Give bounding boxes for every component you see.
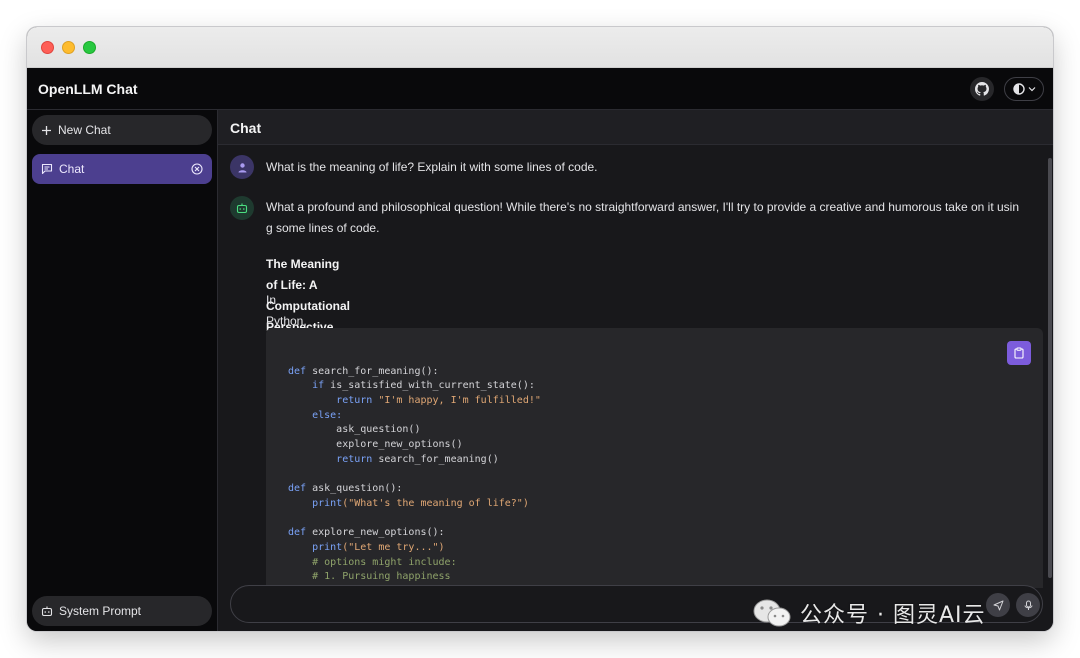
- app-title: OpenLLM Chat: [38, 81, 138, 97]
- send-icon: [993, 600, 1003, 610]
- assistant-avatar: [230, 196, 254, 220]
- code-line: ask_question(): [336, 424, 421, 436]
- user-avatar: [230, 155, 254, 179]
- window-titlebar: [27, 27, 1053, 68]
- chevron-down-icon: [1028, 87, 1035, 92]
- code-line: explore_new_options(): [336, 439, 463, 451]
- mic-icon: [1024, 600, 1032, 610]
- app-header: OpenLLM Chat: [27, 68, 1053, 110]
- system-prompt-label: System Prompt: [59, 604, 142, 618]
- code-line: else:: [312, 409, 343, 421]
- watermark-text: 公众号 · 图灵AI云: [800, 603, 986, 628]
- app-window: OpenLLM Chat New Chat Chat System Prompt…: [27, 27, 1053, 631]
- code-line: def explore_new_options():: [288, 527, 445, 539]
- code-line: return search_for_meaning(): [336, 453, 499, 465]
- minimize-window-button[interactable]: [62, 41, 75, 54]
- mic-button[interactable]: [1016, 593, 1040, 617]
- plus-icon: [42, 125, 51, 135]
- new-chat-label: New Chat: [58, 123, 111, 137]
- code-line: # options might include:: [312, 556, 457, 568]
- message-square-icon: [41, 163, 53, 175]
- theme-toggle-button[interactable]: [1004, 77, 1044, 101]
- code-line: def search_for_meaning():: [288, 365, 439, 377]
- circle-x-icon: [191, 163, 203, 175]
- code-line: def ask_question():: [288, 483, 403, 495]
- code-line: print("Let me try..."): [312, 541, 445, 553]
- chat-item-label: Chat: [59, 162, 85, 176]
- code-lines: def search_for_meaning(): if is_satisfie…: [288, 350, 541, 585]
- sidebar: New Chat Chat System Prompt: [27, 110, 218, 631]
- wechat-icon: [753, 599, 791, 627]
- copy-code-button[interactable]: [1007, 341, 1031, 365]
- theme-icon: [1012, 83, 1025, 95]
- code-line: print("What's the meaning of life?"): [312, 497, 529, 509]
- code-line: return "I'm happy, I'm fulfilled!": [336, 395, 541, 407]
- system-prompt-button[interactable]: System Prompt: [32, 596, 212, 626]
- maximize-window-button[interactable]: [83, 41, 96, 54]
- delete-chat-button[interactable]: [191, 163, 203, 178]
- send-button[interactable]: [986, 593, 1010, 617]
- new-chat-button[interactable]: New Chat: [32, 115, 212, 145]
- github-icon: [975, 82, 989, 96]
- github-button[interactable]: [970, 77, 994, 101]
- assistant-paragraph-1: What a profound and philosophical questi…: [266, 197, 1053, 239]
- close-window-button[interactable]: [41, 41, 54, 54]
- user-message-text: What is the meaning of life? Explain it …: [266, 160, 598, 174]
- assistant-paragraph-1-line-1: What a profound and philosophical questi…: [266, 200, 1019, 214]
- sidebar-chat-item[interactable]: Chat: [32, 154, 212, 184]
- chat-panel: Chat What is the meaning of life? Explai…: [218, 110, 1053, 631]
- bot-icon: [41, 606, 53, 617]
- watermark: 公众号 · 图灵AI云: [752, 597, 986, 629]
- bot-icon: [236, 203, 248, 214]
- clipboard-icon: [1014, 347, 1024, 359]
- user-icon: [238, 162, 246, 172]
- code-line: # 1. Pursuing happiness: [312, 571, 451, 583]
- chat-title: Chat: [218, 110, 1053, 145]
- code-line: if is_satisfied_with_current_state():: [312, 380, 535, 392]
- assistant-paragraph-1-line-2: g some lines of code.: [266, 221, 380, 235]
- code-block: def search_for_meaning(): if is_satisfie…: [266, 328, 1043, 588]
